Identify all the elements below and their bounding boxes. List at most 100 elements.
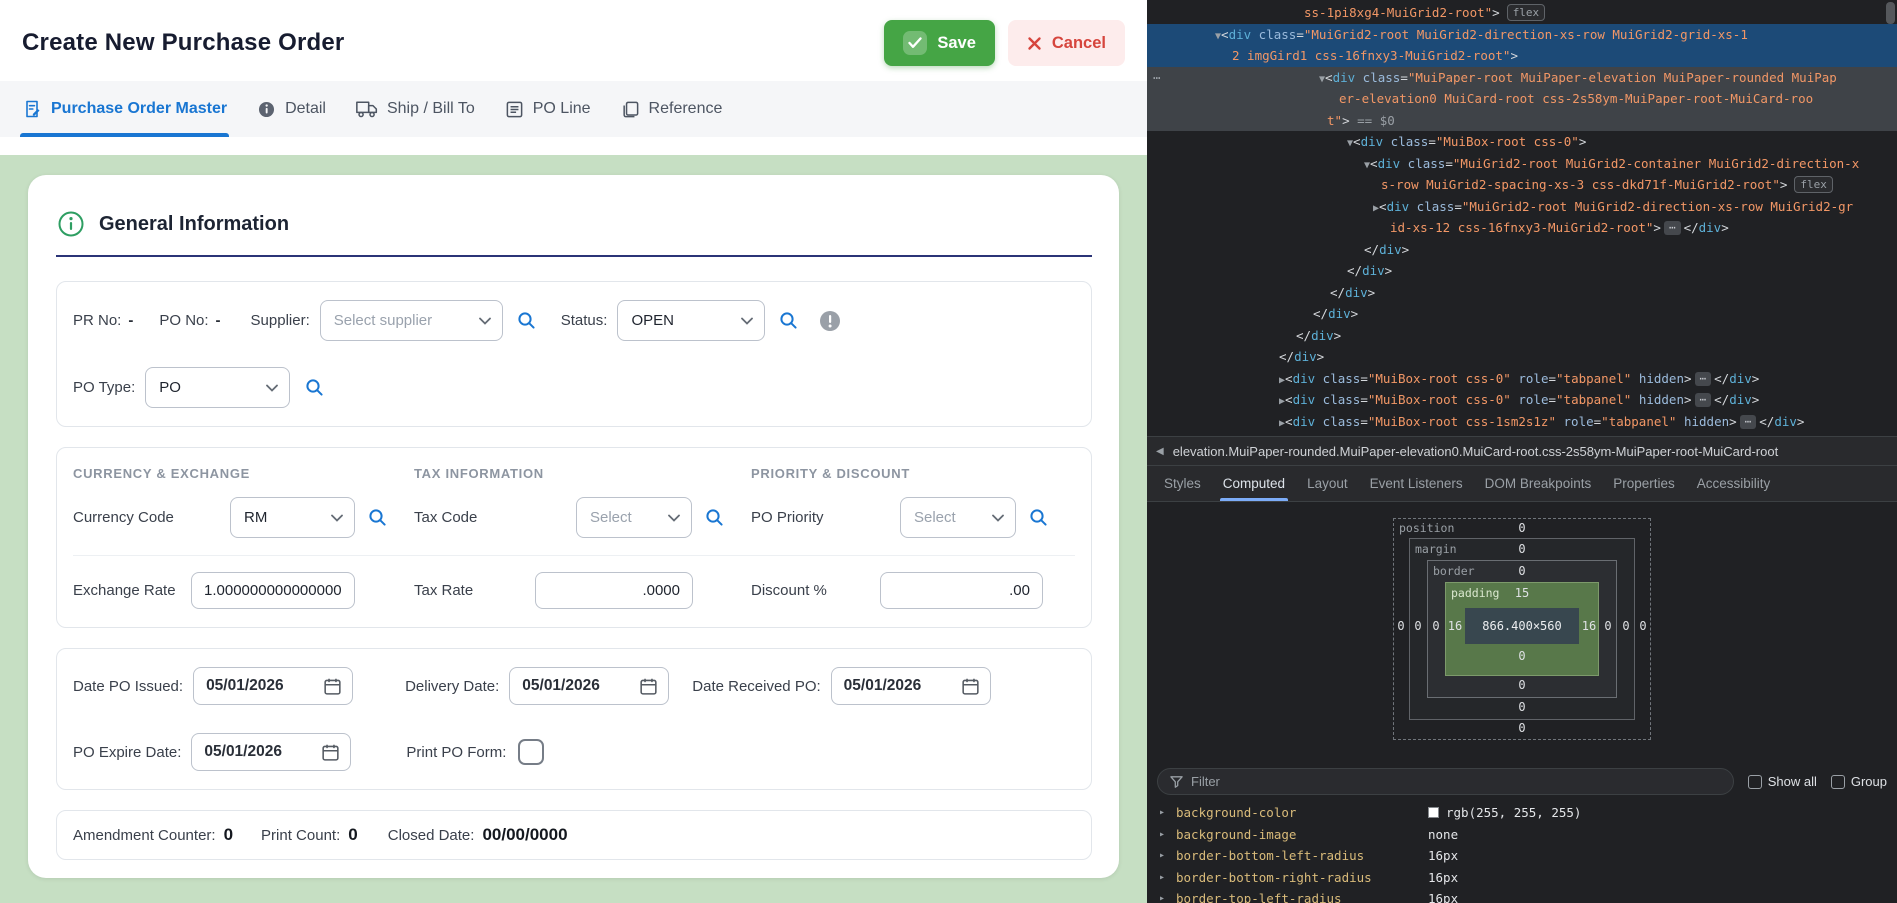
dom-tree-row[interactable]: ▼<div class="MuiGrid2-root MuiGrid2-dire… (1147, 24, 1897, 46)
date-po-issued-value: 05/01/2026 (206, 677, 284, 695)
computed-property-row[interactable]: ▸border-top-left-radius16px (1147, 888, 1897, 903)
search-icon (304, 377, 325, 398)
tab-event-listeners[interactable]: Event Listeners (1359, 466, 1474, 501)
breadcrumb-scroll-left-icon[interactable]: ◀ (1156, 446, 1164, 457)
print-po-form-checkbox[interactable] (518, 739, 544, 765)
dom-tree-row[interactable]: ▶<div class="MuiBox-root css-0" role="ta… (1147, 389, 1897, 411)
tab-styles[interactable]: Styles (1153, 466, 1212, 501)
box-model-diagram[interactable]: 866.400×560 position margin border paddi… (1393, 518, 1651, 740)
po-priority-placeholder: Select (914, 509, 956, 526)
supplier-label: Supplier: (251, 312, 310, 329)
tab-purchase-order-master[interactable]: Purchase Order Master (22, 81, 227, 137)
tab-computed[interactable]: Computed (1212, 466, 1296, 501)
tax-rate-input[interactable]: .0000 (535, 572, 693, 609)
app-header: Create New Purchase Order Save Cancel (0, 0, 1147, 81)
currency-search-button[interactable] (367, 507, 388, 528)
date-received-po-value: 05/01/2026 (844, 677, 922, 695)
computed-property-row[interactable]: ▸background-colorrgb(255, 255, 255) (1147, 802, 1897, 824)
margin-right: 0 (1622, 619, 1629, 633)
dom-tree-row[interactable]: s-row MuiGrid2-spacing-xs-3 css-dkd71f-M… (1147, 174, 1897, 196)
dom-tree-row[interactable]: </div> (1147, 346, 1897, 368)
dom-tree-row[interactable]: ▶<div class="MuiBox-root css-1sm2s1z" ro… (1147, 411, 1897, 433)
status-select[interactable]: OPEN (617, 300, 765, 341)
dom-tree-row[interactable]: ss-1pi8xg4-MuiGrid2-root">flex (1147, 2, 1897, 24)
dom-tree-row[interactable]: id-xs-12 css-16fnxy3-MuiGrid2-root">⋯</d… (1147, 217, 1897, 239)
tab-layout[interactable]: Layout (1296, 466, 1359, 501)
padding-left: 16 (1448, 619, 1462, 633)
date-po-issued-input[interactable]: 05/01/2026 (193, 667, 353, 705)
collapsed-content-badge[interactable]: ⋯ (1695, 372, 1712, 386)
tab-detail[interactable]: Detail (257, 81, 326, 137)
filter-input[interactable]: Filter (1157, 768, 1734, 795)
margin-top: 0 (1518, 542, 1525, 556)
dom-tree-row[interactable]: 2 imgGird1 css-16fnxy3-MuiGrid2-root"> (1147, 45, 1897, 67)
flex-badge[interactable]: flex (1507, 4, 1546, 21)
collapsed-content-badge[interactable]: ⋯ (1695, 393, 1712, 407)
status-warning-icon (819, 310, 841, 332)
tax-code-select[interactable]: Select (576, 497, 692, 538)
pr-no-value: - (128, 312, 133, 329)
po-type-search-button[interactable] (304, 377, 325, 398)
computed-property-row[interactable]: ▸background-imagenone (1147, 824, 1897, 846)
chevron-down-icon (331, 514, 343, 522)
tab-dom-breakpoints[interactable]: DOM Breakpoints (1474, 466, 1603, 501)
tab-po-line[interactable]: PO Line (505, 81, 591, 137)
dom-tree-row[interactable]: ▼<div class="MuiGrid2-root MuiGrid2-cont… (1147, 153, 1897, 175)
dom-tree-row[interactable]: er-elevation0 MuiCard-root css-2s58ym-Mu… (1147, 88, 1897, 110)
discount-input[interactable]: .00 (880, 572, 1043, 609)
tab-accessibility[interactable]: Accessibility (1686, 466, 1782, 501)
po-type-select[interactable]: PO (145, 367, 290, 408)
dom-tree-row[interactable]: </div> (1147, 325, 1897, 347)
dom-tree-row[interactable]: ▶<div class="MuiGrid2-root MuiGrid2-dire… (1147, 196, 1897, 218)
disclosure-triangle-icon[interactable]: ▸ (1159, 893, 1167, 903)
dom-tree-row[interactable]: ⋯▼<div class="MuiPaper-root MuiPaper-ele… (1147, 67, 1897, 89)
dom-tree-row[interactable]: ▶<div class="MuiBox-root css-0" role="ta… (1147, 368, 1897, 390)
tab-ship-bill-to[interactable]: Ship / Bill To (356, 81, 475, 137)
padding-top: 15 (1515, 586, 1529, 600)
dom-tree-row[interactable]: ▼<div class="MuiBox-root css-0"> (1147, 131, 1897, 153)
print-count-value: 0 (348, 825, 357, 845)
po-expire-date-input[interactable]: 05/01/2026 (191, 733, 351, 771)
tab-reference[interactable]: Reference (621, 81, 723, 137)
group-checkbox[interactable]: Group (1831, 774, 1887, 789)
position-top: 0 (1518, 521, 1525, 535)
color-swatch[interactable] (1428, 807, 1439, 818)
exchange-rate-input[interactable]: 1.000000000000000 (191, 572, 355, 609)
supplier-select[interactable]: Select supplier (320, 300, 503, 341)
supplier-search-button[interactable] (516, 310, 537, 331)
show-all-checkbox[interactable]: Show all (1748, 774, 1817, 789)
status-search-button[interactable] (778, 310, 799, 331)
collapsed-content-badge[interactable]: ⋯ (1740, 415, 1757, 429)
disclosure-triangle-icon[interactable]: ▸ (1159, 807, 1167, 818)
margin-bottom: 0 (1518, 700, 1525, 714)
disclosure-triangle-icon[interactable]: ▸ (1159, 850, 1167, 861)
tax-code-search-button[interactable] (704, 507, 725, 528)
dom-tree-row[interactable]: </div> (1147, 303, 1897, 325)
computed-property-row[interactable]: ▸border-bottom-left-radius16px (1147, 845, 1897, 867)
currency-code-select[interactable]: RM (230, 497, 355, 538)
dom-tree-row[interactable]: t"> == $0 (1147, 110, 1897, 132)
delivery-date-input[interactable]: 05/01/2026 (509, 667, 669, 705)
dom-tree-row[interactable]: </div> (1147, 282, 1897, 304)
gutter-ellipsis-icon[interactable]: ⋯ (1153, 67, 1161, 89)
flex-badge[interactable]: flex (1794, 176, 1833, 193)
scrollbar-thumb[interactable] (1886, 2, 1895, 24)
currency-exchange-header: CURRENCY & EXCHANGE (73, 466, 414, 481)
dom-tree-row[interactable]: </div> (1147, 239, 1897, 261)
computed-property-row[interactable]: ▸border-bottom-right-radius16px (1147, 867, 1897, 889)
breadcrumb[interactable]: elevation.MuiPaper-rounded.MuiPaper-elev… (1173, 444, 1778, 459)
disclosure-triangle-icon[interactable]: ▸ (1159, 829, 1167, 840)
disclosure-triangle-icon[interactable]: ▸ (1159, 872, 1167, 883)
chevron-down-icon (266, 384, 278, 392)
tab-properties[interactable]: Properties (1602, 466, 1686, 501)
checkbox-icon (1748, 775, 1762, 789)
collapsed-content-badge[interactable]: ⋯ (1664, 221, 1681, 235)
po-priority-search-button[interactable] (1028, 507, 1049, 528)
search-icon (778, 310, 799, 331)
po-priority-select[interactable]: Select (900, 497, 1016, 538)
save-button[interactable]: Save (884, 20, 995, 66)
date-received-po-input[interactable]: 05/01/2026 (831, 667, 991, 705)
dom-tree-row[interactable]: ▶<div class="MuiBox-root (1147, 432, 1897, 436)
dom-tree-row[interactable]: </div> (1147, 260, 1897, 282)
cancel-button[interactable]: Cancel (1008, 20, 1125, 66)
